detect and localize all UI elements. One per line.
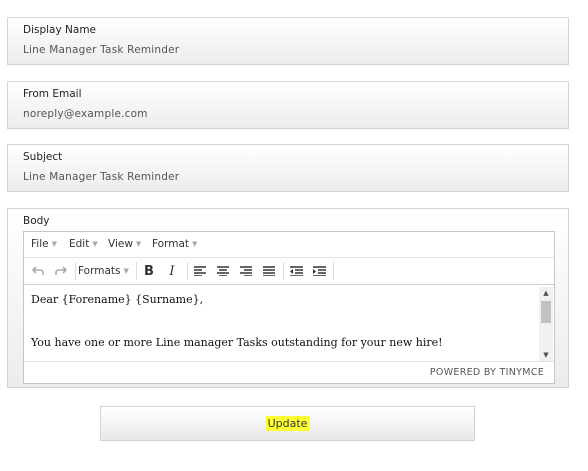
editor-statusbar: POWERED BY TINYMCE [24,361,554,383]
editor-menubar: File ▼ Edit ▼ View ▼ Format ▼ [24,232,554,258]
menu-view-label: View [108,238,133,250]
display-name-label: Display Name [23,24,97,36]
body-field: Body File ▼ Edit ▼ View ▼ Format ▼ Formats ▼ … [7,208,569,388]
scroll-up-arrow-icon[interactable]: ▲ [539,287,553,299]
align-center-icon[interactable] [212,258,234,284]
outdent-icon[interactable] [285,258,307,284]
italic-icon[interactable]: I [161,258,183,284]
scroll-down-arrow-icon[interactable]: ▼ [539,349,553,361]
menu-format-label: Format [152,238,190,250]
align-left-icon[interactable] [189,258,211,284]
align-right-icon[interactable] [235,258,257,284]
toolbar-separator [136,262,137,280]
caret-down-icon: ▼ [51,240,57,248]
from-email-field[interactable]: From Email noreply@example.com [7,81,569,129]
caret-down-icon: ▼ [192,240,198,248]
from-email-label: From Email [23,88,82,100]
undo-icon[interactable] [27,258,49,284]
menu-view[interactable]: View ▼ [108,238,141,250]
caret-down-icon: ▼ [123,267,129,275]
indent-icon[interactable] [308,258,330,284]
align-justify-icon[interactable] [258,258,280,284]
body-label: Body [23,215,50,227]
toolbar-separator [187,262,188,280]
formats-label: Formats [78,265,121,277]
subject-field[interactable]: Subject Line Manager Task Reminder [7,144,569,192]
subject-value[interactable]: Line Manager Task Reminder [23,171,179,183]
body-line-message: You have one or more Line manager Tasks … [31,336,443,349]
formats-dropdown[interactable]: Formats ▼ [78,258,129,284]
update-button-label: Update [265,416,310,431]
toolbar-separator [333,262,334,280]
bold-icon[interactable]: B [138,258,160,284]
display-name-field[interactable]: Display Name Line Manager Task Reminder [7,17,569,65]
menu-file[interactable]: File ▼ [31,238,57,250]
scrollbar-thumb[interactable] [541,301,551,323]
menu-edit[interactable]: Edit ▼ [69,238,98,250]
subject-label: Subject [23,151,63,163]
menu-edit-label: Edit [69,238,90,250]
editor-scrollbar[interactable]: ▲ ▼ [539,287,553,361]
toolbar-separator [75,262,76,280]
caret-down-icon: ▼ [135,240,142,248]
update-button[interactable]: Update [100,406,475,441]
caret-down-icon: ▼ [92,240,98,248]
toolbar-separator [283,262,284,280]
menu-format[interactable]: Format ▼ [152,238,197,250]
powered-by-tinymce-link[interactable]: POWERED BY TINYMCE [430,367,544,378]
editor-content-area[interactable]: Dear {Forename} {Surname}, You have one … [24,285,554,362]
from-email-value[interactable]: noreply@example.com [23,108,148,120]
rich-text-editor: File ▼ Edit ▼ View ▼ Format ▼ Formats ▼ B I [23,231,555,384]
body-line-greeting: Dear {Forename} {Surname}, [31,293,204,306]
redo-icon[interactable] [50,258,72,284]
menu-file-label: File [31,238,49,250]
editor-toolbar: Formats ▼ B I [24,258,554,285]
display-name-value[interactable]: Line Manager Task Reminder [23,44,179,56]
